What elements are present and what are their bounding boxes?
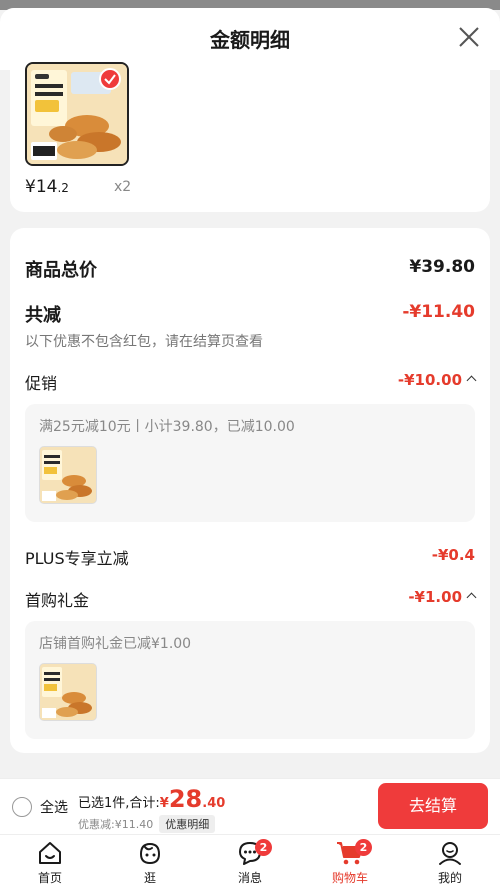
- goods-total-value: ¥39.80: [409, 257, 475, 277]
- tab-browse[interactable]: 逛: [115, 839, 185, 895]
- cart-badge: 2: [355, 839, 372, 856]
- checkout-button[interactable]: 去结算: [378, 783, 488, 829]
- close-icon[interactable]: [454, 22, 484, 52]
- profile-icon: [439, 842, 461, 865]
- product-card: ¥14.2 x2: [10, 62, 490, 212]
- selected-count-text: 已选1件,合计:: [78, 796, 160, 811]
- plus-discount-label: PLUS专享立减: [25, 549, 129, 568]
- selected-check-icon: [99, 68, 121, 90]
- tab-label: 我的: [437, 871, 462, 885]
- promo-value: -¥10.00: [397, 371, 462, 389]
- first-gift-detail-text: 店铺首购礼金已减¥1.00: [39, 636, 192, 652]
- select-all-radio[interactable]: [12, 797, 32, 817]
- chevron-up-icon: [466, 375, 477, 386]
- plus-discount-value: -¥0.4: [431, 546, 475, 564]
- goods-total-label: 商品总价: [25, 260, 97, 281]
- tab-label: 购物车: [331, 871, 368, 885]
- total-currency: ¥: [159, 796, 169, 811]
- home-icon: [39, 842, 61, 864]
- promo-detail-text: 满25元减10元丨小计39.80，已减10.00: [39, 419, 295, 435]
- first-gift-detail-box: 店铺首购礼金已减¥1.00: [25, 621, 475, 739]
- total-amount-int: 28: [168, 785, 203, 813]
- promo-toggle[interactable]: -¥10.00: [397, 371, 477, 389]
- total-amount-dec: .40: [202, 796, 226, 811]
- first-gift-toggle[interactable]: -¥1.00: [408, 588, 477, 606]
- product-thumbnail[interactable]: [25, 62, 129, 166]
- item-price: ¥14.2: [25, 177, 69, 197]
- tab-label: 逛: [143, 871, 156, 885]
- total-discount-value: -¥11.40: [402, 302, 475, 322]
- discount-amount-text: 优惠减:¥11.40: [78, 818, 154, 831]
- tab-profile[interactable]: 我的: [415, 839, 485, 895]
- checkout-bar: 全选 已选1件,合计:¥28.40 优惠减:¥11.40 优惠明细 去结算: [0, 778, 500, 834]
- total-discount-label: 共减: [25, 305, 61, 326]
- first-gift-value: -¥1.00: [408, 588, 462, 606]
- first-gift-label: 首购礼金: [25, 591, 90, 610]
- promo-product-thumbnail: [39, 446, 97, 504]
- tab-messages[interactable]: 2 消息: [215, 839, 285, 895]
- message-badge: 2: [255, 839, 272, 856]
- discount-line: 优惠减:¥11.40 优惠明细: [78, 815, 216, 833]
- discount-detail-button[interactable]: 优惠明细: [159, 815, 216, 833]
- discount-note: 以下优惠不包含红包，请在结算页查看: [25, 334, 263, 350]
- tab-label: 消息: [237, 871, 262, 885]
- promo-label: 促销: [25, 374, 58, 393]
- tab-label: 首页: [37, 871, 62, 885]
- tab-home[interactable]: 首页: [15, 839, 85, 895]
- chevron-up-icon: [466, 592, 477, 603]
- browse-icon: [139, 842, 161, 865]
- tab-cart[interactable]: 2 购物车: [315, 839, 385, 895]
- sheet-header: 金额明细: [0, 8, 500, 70]
- price-breakdown-card: 商品总价 ¥39.80 共减 -¥11.40 以下优惠不包含红包，请在结算页查看…: [10, 228, 490, 753]
- promo-detail-box: 满25元减10元丨小计39.80，已减10.00: [25, 404, 475, 522]
- gift-product-thumbnail: [39, 663, 97, 721]
- bottom-tab-bar: 首页 逛 2 消息 2 购物车 我的: [0, 834, 500, 896]
- total-summary: 已选1件,合计:¥28.40: [78, 785, 225, 813]
- sheet-title: 金额明细: [210, 28, 290, 52]
- item-quantity: x2: [114, 179, 132, 195]
- select-all-label[interactable]: 全选: [40, 797, 68, 817]
